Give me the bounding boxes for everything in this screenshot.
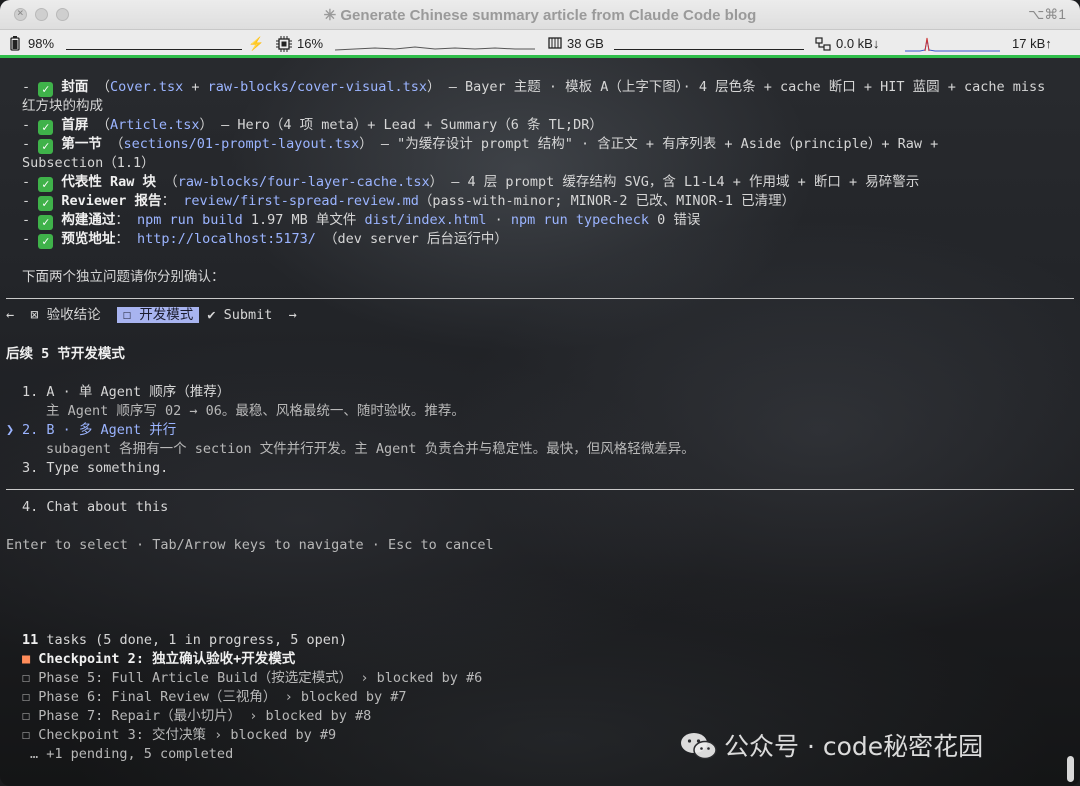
option-4[interactable]: 4. Chat about this bbox=[22, 498, 168, 517]
divider bbox=[6, 489, 1074, 490]
battery-percent: 98% bbox=[28, 36, 55, 51]
title-bar: ✳ Generate Chinese summary article from … bbox=[0, 0, 1080, 30]
battery-bar bbox=[66, 38, 242, 50]
tab-dev-mode[interactable]: ☐ 开发模式 bbox=[116, 307, 200, 323]
command-link[interactable]: npm run build bbox=[137, 212, 243, 228]
cpu-percent: 16% bbox=[297, 36, 324, 51]
task-item: ☐ Phase 7: Repair（最小切片） › blocked by #8 bbox=[22, 708, 372, 724]
task-item: ☐ Phase 5: Full Article Build（按选定模式） › b… bbox=[22, 670, 483, 686]
network-icon bbox=[815, 36, 831, 55]
list-item: - ✓ Reviewer 报告： review/first-spread-rev… bbox=[22, 193, 796, 211]
memory-icon bbox=[548, 36, 562, 53]
keyboard-hint: Enter to select · Tab/Arrow keys to navi… bbox=[6, 537, 494, 553]
task-item: ☐ Phase 6: Final Review（三视角） › blocked b… bbox=[22, 689, 407, 705]
question-prompt: 下面两个独立问题请你分别确认： bbox=[22, 269, 225, 285]
list-item: - ✓ 代表性 Raw 块 （raw-blocks/four-layer-cac… bbox=[22, 174, 920, 192]
tab-submit[interactable]: ✔ Submit bbox=[207, 307, 272, 323]
cpu-icon bbox=[276, 36, 292, 55]
charging-icon: ⚡ bbox=[248, 36, 265, 51]
scrollbar-thumb[interactable] bbox=[1067, 756, 1074, 782]
file-link[interactable]: raw-blocks/four-layer-cache.tsx bbox=[178, 174, 430, 190]
terminal-window: ✳ Generate Chinese summary article from … bbox=[0, 0, 1080, 786]
task-summary: 11 tasks (5 done, 1 in progress, 5 open) bbox=[22, 632, 348, 648]
network-down: 0.0 kB↓ bbox=[836, 36, 880, 51]
list-item: - ✓ 封面 （Cover.tsx + raw-blocks/cover-vis… bbox=[22, 79, 1046, 97]
divider bbox=[6, 298, 1074, 299]
task-item: ☐ Checkpoint 3: 交付决策 › blocked by #9 bbox=[22, 727, 337, 743]
option-2[interactable]: 2. B · 多 Agent 并行 bbox=[22, 421, 176, 440]
file-link[interactable]: dist/index.html bbox=[365, 212, 487, 228]
list-item-continuation: Subsection（1.1） bbox=[22, 155, 155, 171]
check-icon: ✓ bbox=[38, 120, 54, 135]
task-in-progress: ■ Checkpoint 2: 独立确认验收+开发模式 bbox=[22, 651, 296, 667]
file-link[interactable]: Article.tsx bbox=[110, 117, 199, 133]
list-item: - ✓ 首屏 （Article.tsx） — Hero（4 项 meta）+ L… bbox=[22, 117, 603, 135]
cpu-graph bbox=[335, 46, 535, 51]
tab-prev-arrow[interactable]: ← bbox=[6, 307, 14, 323]
file-link[interactable]: raw-blocks/cover-visual.tsx bbox=[208, 79, 427, 95]
list-item: - ✓ 第一节 （sections/01-prompt-layout.tsx） … bbox=[22, 136, 939, 154]
file-link[interactable]: sections/01-prompt-layout.tsx bbox=[124, 136, 360, 152]
memory-used: 38 GB bbox=[567, 36, 604, 51]
file-link[interactable]: review/first-spread-review.md bbox=[183, 193, 419, 209]
preview-url-link[interactable]: http://localhost:5173/ bbox=[137, 231, 316, 247]
tab-next-arrow[interactable]: → bbox=[289, 307, 297, 323]
window-shortcut: ⌥⌘1 bbox=[1028, 6, 1066, 22]
check-icon: ✓ bbox=[38, 139, 54, 154]
check-icon: ✓ bbox=[38, 82, 54, 97]
in-progress-icon: ■ bbox=[22, 651, 31, 667]
option-3[interactable]: 3. Type something. bbox=[22, 459, 168, 478]
check-icon: ✓ bbox=[38, 196, 54, 211]
check-icon: ✓ bbox=[38, 177, 54, 192]
watermark-text: 公众号 · code秘密花园 bbox=[724, 732, 984, 761]
watermark: 公众号 · code秘密花园 bbox=[680, 727, 984, 761]
check-icon: ✓ bbox=[38, 234, 54, 249]
battery-icon bbox=[10, 36, 20, 54]
option-1[interactable]: 1. A · 单 Agent 顺序（推荐） bbox=[22, 383, 230, 402]
tab-bar: ← ⊠ 验收结论 ☐ 开发模式 ✔ Submit → bbox=[6, 306, 297, 325]
list-item-continuation: 红方块的构成 bbox=[22, 98, 103, 114]
file-link[interactable]: Cover.tsx bbox=[110, 79, 183, 95]
command-link[interactable]: npm run typecheck bbox=[511, 212, 649, 228]
memory-bar bbox=[614, 38, 804, 50]
task-more: … +1 pending, 5 completed bbox=[30, 746, 234, 762]
tab-acceptance[interactable]: ⊠ 验收结论 bbox=[30, 307, 100, 323]
network-up: 17 kB↑ bbox=[1012, 36, 1052, 51]
option-2-description: subagent 各拥有一个 section 文件并行开发。主 Agent 负责… bbox=[46, 441, 695, 457]
wechat-icon bbox=[680, 731, 718, 767]
list-item: - ✓ 构建通过： npm run build 1.97 MB 单文件 dist… bbox=[22, 212, 701, 230]
option-1-description: 主 Agent 顺序写 02 → 06。最稳、风格最统一、随时验收。推荐。 bbox=[46, 403, 465, 419]
status-bar: 98% ⚡ 16% 38 GB 0.0 kB↓ 17 kB↑ bbox=[0, 30, 1080, 58]
network-graph bbox=[905, 37, 1000, 52]
selection-cursor: ❯ bbox=[6, 422, 15, 438]
list-item: - ✓ 预览地址： http://localhost:5173/ （dev se… bbox=[22, 231, 508, 249]
window-title: ✳ Generate Chinese summary article from … bbox=[323, 7, 757, 24]
check-icon: ✓ bbox=[38, 215, 54, 230]
question-title: 后续 5 节开发模式 bbox=[6, 346, 125, 362]
